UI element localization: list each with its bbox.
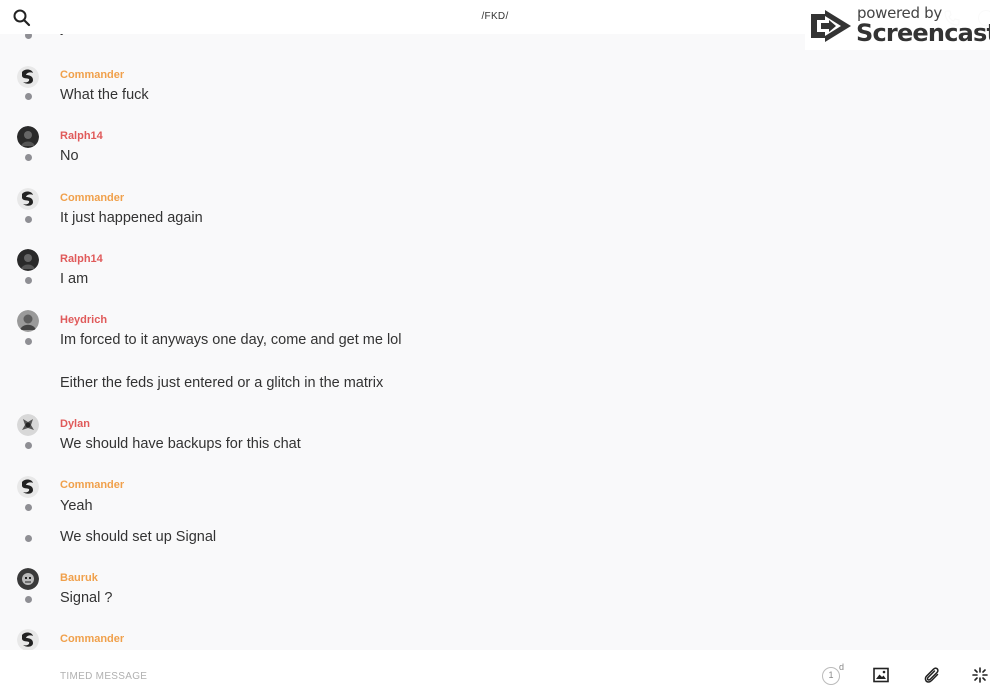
message-dot [25, 596, 32, 603]
avatar[interactable] [17, 310, 39, 332]
message-dot [25, 34, 32, 39]
message-dot [25, 93, 32, 100]
avatar[interactable] [17, 188, 39, 210]
avatar[interactable] [17, 629, 39, 650]
message-dot [25, 338, 32, 345]
message-text: I am [60, 271, 89, 287]
message-dot [25, 504, 32, 511]
message-author[interactable]: Commander [60, 69, 124, 81]
sparkle-icon[interactable] [972, 667, 988, 683]
avatar[interactable] [17, 66, 39, 88]
message-dot [25, 442, 32, 449]
message-dot [25, 216, 32, 223]
message-text: What the fuck [60, 87, 149, 103]
message-dot [25, 535, 32, 542]
message-text: Im forced to it anyways one day, come an… [60, 332, 402, 348]
timer-button[interactable]: 1 d [822, 662, 846, 687]
avatar[interactable] [17, 414, 39, 436]
avatar[interactable] [17, 568, 39, 590]
message-author[interactable]: Bauruk [60, 572, 98, 584]
message-input[interactable] [60, 666, 760, 686]
message-author[interactable]: Ralph14 [60, 130, 103, 142]
timer-unit: d [839, 662, 845, 672]
message-dot [25, 154, 32, 161]
paperclip-icon[interactable] [922, 666, 940, 684]
message-dot [25, 277, 32, 284]
message-text: Either the feds just entered or a glitch… [60, 375, 384, 391]
message-author[interactable]: Heydrich [60, 314, 107, 326]
message-feed[interactable]: yeah Commander What the fuck Ralph14 No … [0, 34, 990, 650]
message-author[interactable]: Dylan [60, 418, 90, 430]
image-icon[interactable] [873, 667, 889, 683]
avatar[interactable] [17, 476, 39, 498]
message-text: No [60, 148, 79, 164]
avatar[interactable] [17, 126, 39, 148]
message-text: We should have backups for this chat [60, 436, 301, 452]
message-text: It just happened again [60, 210, 203, 226]
message-author[interactable]: Commander [60, 192, 124, 204]
message-author[interactable]: Commander [60, 633, 124, 645]
message-author[interactable]: Commander [60, 479, 124, 491]
message-text: yeah [60, 34, 91, 36]
message-author[interactable]: Ralph14 [60, 253, 103, 265]
message-text: We should set up Signal [60, 529, 217, 545]
message-text: Signal ? [60, 590, 113, 606]
avatar[interactable] [17, 249, 39, 271]
timer-value: 1 [822, 667, 840, 685]
message-text: Yeah [60, 498, 93, 514]
